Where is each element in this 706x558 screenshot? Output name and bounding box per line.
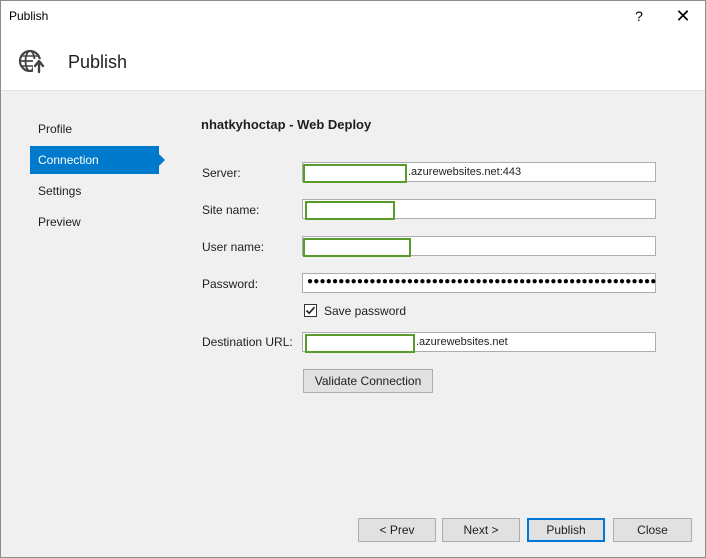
password-label: Password: [202,277,259,291]
profile-title: nhatkyhoctap - Web Deploy [201,117,372,132]
site-name-input[interactable] [302,199,656,220]
next-button[interactable]: Next > [442,518,520,542]
nav-item-connection[interactable]: Connection [30,146,165,174]
close-button[interactable]: Close [613,518,692,542]
publish-dialog: Publish ? ✕ Publish Profile Connection S… [0,0,706,558]
destination-url-label: Destination URL: [202,335,293,349]
server-suffix: .azurewebsites.net:443 [408,166,522,178]
nav-item-profile[interactable]: Profile [30,115,159,143]
server-input[interactable]: .azurewebsites.net:443 [302,162,656,183]
globe-publish-icon [18,49,45,74]
check-icon [305,306,316,315]
destination-url-input[interactable]: .azurewebsites.net [302,332,656,353]
redacted-mask [305,334,415,353]
password-value: ●●●●●●●●●●●●●●●●●●●●●●●●●●●●●●●●●●●●●●●●… [307,276,657,287]
close-icon[interactable]: ✕ [667,3,699,29]
header-title: Publish [68,52,128,72]
nav-item-preview[interactable]: Preview [30,208,159,236]
user-name-input[interactable] [302,236,656,257]
publish-button[interactable]: Publish [527,518,605,542]
prev-button[interactable]: < Prev [358,518,436,542]
destination-url-suffix: .azurewebsites.net [416,336,508,348]
wizard-nav: Profile Connection Settings Preview [30,115,170,239]
window-title: Publish [9,9,49,23]
help-icon[interactable]: ? [625,3,653,29]
site-name-label: Site name: [202,203,260,217]
user-name-label: User name: [202,240,265,254]
validate-connection-button[interactable]: Validate Connection [303,369,433,393]
redacted-mask [305,201,395,220]
dialog-header: Publish [1,32,705,91]
password-input[interactable]: ●●●●●●●●●●●●●●●●●●●●●●●●●●●●●●●●●●●●●●●●… [302,273,657,293]
redacted-mask [303,164,407,183]
nav-item-settings[interactable]: Settings [30,177,159,205]
save-password-checkbox[interactable] [304,304,317,317]
save-password-label[interactable]: Save password [324,304,406,318]
redacted-mask [303,238,411,257]
title-bar: Publish ? ✕ [1,1,705,32]
server-label: Server: [202,166,241,180]
